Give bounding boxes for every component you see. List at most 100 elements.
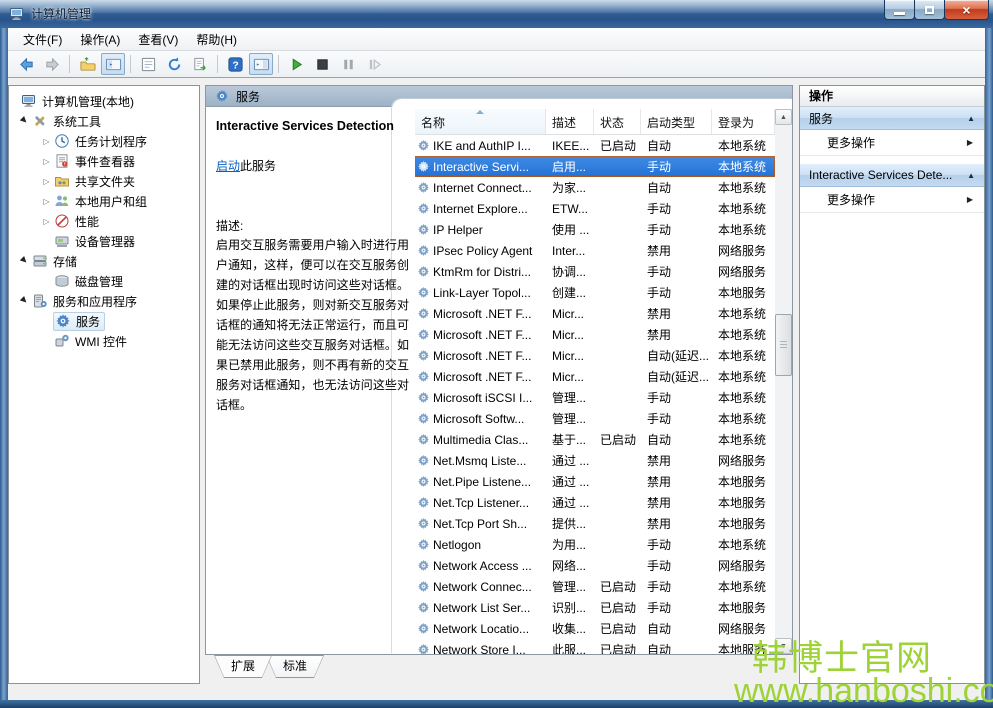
scroll-thumb[interactable] [775, 314, 792, 376]
refresh-button[interactable] [162, 53, 186, 75]
tree-expander-icon[interactable]: ▷ [39, 217, 54, 226]
start-service-button[interactable] [284, 53, 308, 75]
service-row[interactable]: Network Access ... 网络... 手动 网络服务 [415, 555, 775, 576]
service-row[interactable]: Net.Msmq Liste... 通过 ... 禁用 网络服务 [415, 450, 775, 471]
tree-expander-icon[interactable]: ▷ [39, 137, 54, 146]
close-button[interactable]: × [944, 0, 989, 20]
sort-ascending-icon [476, 110, 484, 114]
restart-service-button[interactable] [362, 53, 386, 75]
tree-item-系统工具[interactable]: ▶ 系统工具 [9, 111, 199, 131]
tree-item-共享文件夹[interactable]: ▷ 共享文件夹 [9, 171, 199, 191]
service-row[interactable]: Microsoft Softw... 管理... 手动 本地系统 [415, 408, 775, 429]
tree-item-服务和应用程序[interactable]: ▶ 服务和应用程序 [9, 291, 199, 311]
column-header-3[interactable]: 状态 [594, 109, 641, 134]
forward-button[interactable] [40, 53, 64, 75]
up-one-level-button[interactable] [75, 53, 99, 75]
service-row[interactable]: Microsoft .NET F... Micr... 禁用 本地系统 [415, 324, 775, 345]
service-gear-icon [417, 622, 430, 635]
menu-item-action[interactable]: 操作(A) [71, 28, 129, 51]
column-header-1[interactable]: 名称 [415, 109, 546, 134]
service-row[interactable]: Link-Layer Topol... 创建... 手动 本地服务 [415, 282, 775, 303]
service-row[interactable]: Internet Connect... 为家... 自动 本地系统 [415, 177, 775, 198]
tree-item-设备管理器[interactable]: 设备管理器 [9, 231, 199, 251]
actions-section-header-Interactive Services Dete...[interactable]: Interactive Services Dete... ▲ [800, 164, 984, 187]
service-gear-icon [417, 370, 430, 383]
window-frame-right [985, 28, 993, 700]
properties-button[interactable] [136, 53, 160, 75]
column-header-4[interactable]: 启动类型 [641, 109, 712, 134]
users-icon [54, 193, 71, 209]
stop-service-button[interactable] [310, 53, 334, 75]
service-row[interactable]: Network Connec... 管理... 已启动 手动 本地系统 [415, 576, 775, 597]
services-icon [55, 313, 72, 329]
service-row[interactable]: Multimedia Clas... 基于... 已启动 自动 本地系统 [415, 429, 775, 450]
list-vertical-scrollbar[interactable]: ▲ ▼ [775, 109, 792, 654]
actions-section-header-服务[interactable]: 服务 ▲ [800, 107, 984, 130]
back-button[interactable] [14, 53, 38, 75]
collapse-arrow-icon[interactable]: ▲ [967, 114, 975, 123]
service-row[interactable]: Network Locatio... 收集... 已启动 自动 网络服务 [415, 618, 775, 639]
show-console-tree-button[interactable] [101, 53, 125, 75]
actions-menu-item[interactable]: 更多操作 ▶ [800, 187, 984, 213]
actions-panel: 操作 服务 ▲ 更多操作 ▶ Interactive Services Dete… [799, 85, 985, 684]
service-row[interactable]: Internet Explore... ETW... 手动 本地系统 [415, 198, 775, 219]
service-row[interactable]: Microsoft .NET F... Micr... 自动(延迟... 本地系… [415, 345, 775, 366]
service-row[interactable]: Network List Ser... 识别... 已启动 手动 本地服务 [415, 597, 775, 618]
scroll-up-button[interactable]: ▲ [775, 109, 792, 125]
service-row[interactable]: Net.Tcp Listener... 通过 ... 禁用 本地服务 [415, 492, 775, 513]
titlebar[interactable]: 计算机管理 × [0, 0, 993, 28]
actions-menu-item[interactable]: 更多操作 ▶ [800, 130, 984, 156]
tree-expander-icon[interactable]: ▶ [16, 291, 33, 308]
tree-expander-icon[interactable]: ▷ [39, 197, 54, 206]
service-row[interactable]: Microsoft .NET F... Micr... 自动(延迟... 本地系… [415, 366, 775, 387]
start-service-link[interactable]: 启动 [216, 159, 240, 173]
tree-item-任务计划程序[interactable]: ▷ 任务计划程序 [9, 131, 199, 151]
service-gear-icon [417, 559, 430, 572]
column-header-2[interactable]: 描述 [546, 109, 594, 134]
tree-item-本地用户和组[interactable]: ▷ 本地用户和组 [9, 191, 199, 211]
service-row[interactable]: Microsoft .NET F... Micr... 禁用 本地系统 [415, 303, 775, 324]
tree-expander-icon[interactable]: ▶ [16, 111, 33, 128]
tree-expander-icon[interactable]: ▷ [39, 157, 54, 166]
tree-item-事件查看器[interactable]: ▷ 事件查看器 [9, 151, 199, 171]
actions-section: Interactive Services Dete... ▲ 更多操作 ▶ [800, 164, 984, 221]
menu-item-view[interactable]: 查看(V) [129, 28, 187, 51]
tree-expander-icon[interactable]: ▷ [39, 177, 54, 186]
menu-item-file[interactable]: 文件(F) [14, 28, 71, 51]
service-row[interactable]: KtmRm for Distri... 协调... 手动 网络服务 [415, 261, 775, 282]
service-row[interactable]: IP Helper 使用 ... 手动 本地系统 [415, 219, 775, 240]
service-row[interactable]: Netlogon 为用... 手动 本地系统 [415, 534, 775, 555]
service-gear-icon [417, 475, 430, 488]
view-tab-扩展[interactable]: 扩展 [214, 655, 272, 678]
show-action-pane-button[interactable] [249, 53, 273, 75]
help-button[interactable]: ? [223, 53, 247, 75]
window-computer-icon [9, 6, 25, 22]
toolbar-separator [217, 55, 218, 73]
service-row[interactable]: Microsoft iSCSI I... 管理... 手动 本地系统 [415, 387, 775, 408]
minimize-button[interactable] [884, 0, 915, 20]
pause-service-button[interactable] [336, 53, 360, 75]
service-row[interactable]: Net.Pipe Listene... 通过 ... 禁用 本地服务 [415, 471, 775, 492]
column-header-5[interactable]: 登录为 [712, 109, 775, 134]
tree-item-WMI 控件[interactable]: WMI 控件 [9, 331, 199, 351]
tree-item-服务[interactable]: 服务 [9, 311, 199, 331]
export-list-button[interactable] [188, 53, 212, 75]
service-row[interactable]: Net.Tcp Port Sh... 提供... 禁用 本地服务 [415, 513, 775, 534]
help-icon: ? [227, 56, 244, 73]
tree-item-性能[interactable]: ▷ 性能 [9, 211, 199, 231]
service-row[interactable]: IPsec Policy Agent Inter... 禁用 网络服务 [415, 240, 775, 261]
service-row[interactable]: IKE and AuthIP I... IKEE... 已启动 自动 本地系统 [415, 135, 775, 156]
tree-expander-icon[interactable]: ▶ [16, 251, 33, 268]
tree-item-磁盘管理[interactable]: 磁盘管理 [9, 271, 199, 291]
restore-button[interactable] [914, 0, 945, 20]
scroll-down-button[interactable]: ▼ [775, 638, 792, 654]
menu-item-help[interactable]: 帮助(H) [187, 28, 246, 51]
service-row[interactable]: Interactive Servi... 启用... 手动 本地系统 [415, 156, 775, 177]
computer-icon [21, 93, 38, 109]
tree-item-计算机管理(本地)[interactable]: 计算机管理(本地) [9, 91, 199, 111]
service-gear-icon [417, 139, 430, 152]
collapse-arrow-icon[interactable]: ▲ [967, 171, 975, 180]
tree-item-存储[interactable]: ▶ 存储 [9, 251, 199, 271]
view-tab-标准[interactable]: 标准 [266, 655, 324, 678]
service-row[interactable]: Network Store I... 此服... 已启动 自动 本地服务 [415, 639, 775, 654]
